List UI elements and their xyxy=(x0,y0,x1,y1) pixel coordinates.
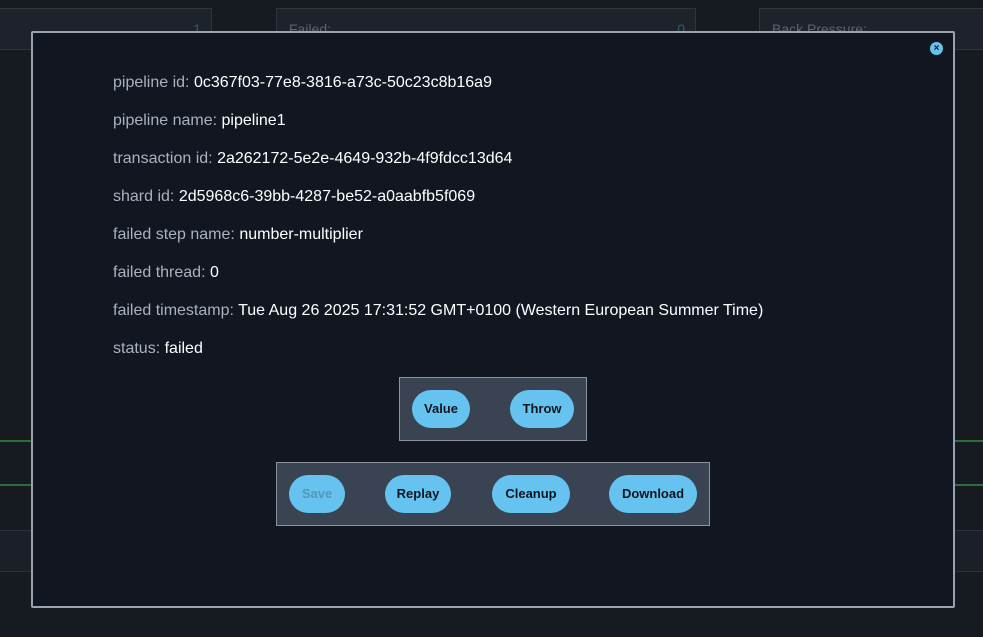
field-value: number-multiplier xyxy=(239,226,363,243)
view-toggle-group: Value Throw xyxy=(399,377,587,441)
field-shard-id: shard id: 2d5968c6-39bb-4287-be52-a0aabf… xyxy=(113,187,763,225)
field-pipeline-id: pipeline id: 0c367f03-77e8-3816-a73c-50c… xyxy=(113,73,763,111)
value-button[interactable]: Value xyxy=(412,390,470,428)
field-label: shard id: xyxy=(113,188,175,205)
field-label: failed timestamp: xyxy=(113,302,234,319)
cleanup-button[interactable]: Cleanup xyxy=(492,475,570,513)
field-label: failed thread: xyxy=(113,264,206,281)
field-failed-step-name: failed step name: number-multiplier xyxy=(113,225,763,263)
field-label: pipeline name: xyxy=(113,112,218,129)
field-value: 2a262172-5e2e-4649-932b-4f9fdcc13d64 xyxy=(217,150,513,167)
save-button[interactable]: Save xyxy=(289,475,345,513)
action-button-group: Save Replay Cleanup Download xyxy=(276,462,710,526)
field-pipeline-name: pipeline name: pipeline1 xyxy=(113,111,763,149)
field-value: pipeline1 xyxy=(221,112,286,129)
field-status: status: failed xyxy=(113,339,763,377)
transaction-details-list: pipeline id: 0c367f03-77e8-3816-a73c-50c… xyxy=(113,73,763,377)
transaction-details-modal: × pipeline id: 0c367f03-77e8-3816-a73c-5… xyxy=(31,31,955,608)
field-transaction-id: transaction id: 2a262172-5e2e-4649-932b-… xyxy=(113,149,763,187)
field-value: 2d5968c6-39bb-4287-be52-a0aabfb5f069 xyxy=(178,188,476,205)
field-label: pipeline id: xyxy=(113,74,190,91)
field-failed-timestamp: failed timestamp: Tue Aug 26 2025 17:31:… xyxy=(113,301,763,339)
replay-button[interactable]: Replay xyxy=(385,475,451,513)
field-failed-thread: failed thread: 0 xyxy=(113,263,763,301)
field-value: Tue Aug 26 2025 17:31:52 GMT+0100 (Weste… xyxy=(238,302,764,319)
field-label: status: xyxy=(113,340,161,357)
field-value: 0 xyxy=(209,264,219,281)
field-label: transaction id: xyxy=(113,150,213,167)
field-value: 0c367f03-77e8-3816-a73c-50c23c8b16a9 xyxy=(193,74,492,91)
field-value: failed xyxy=(164,340,203,357)
field-label: failed step name: xyxy=(113,226,235,243)
download-button[interactable]: Download xyxy=(609,475,697,513)
throw-button[interactable]: Throw xyxy=(510,390,574,428)
close-icon[interactable]: × xyxy=(930,42,943,55)
